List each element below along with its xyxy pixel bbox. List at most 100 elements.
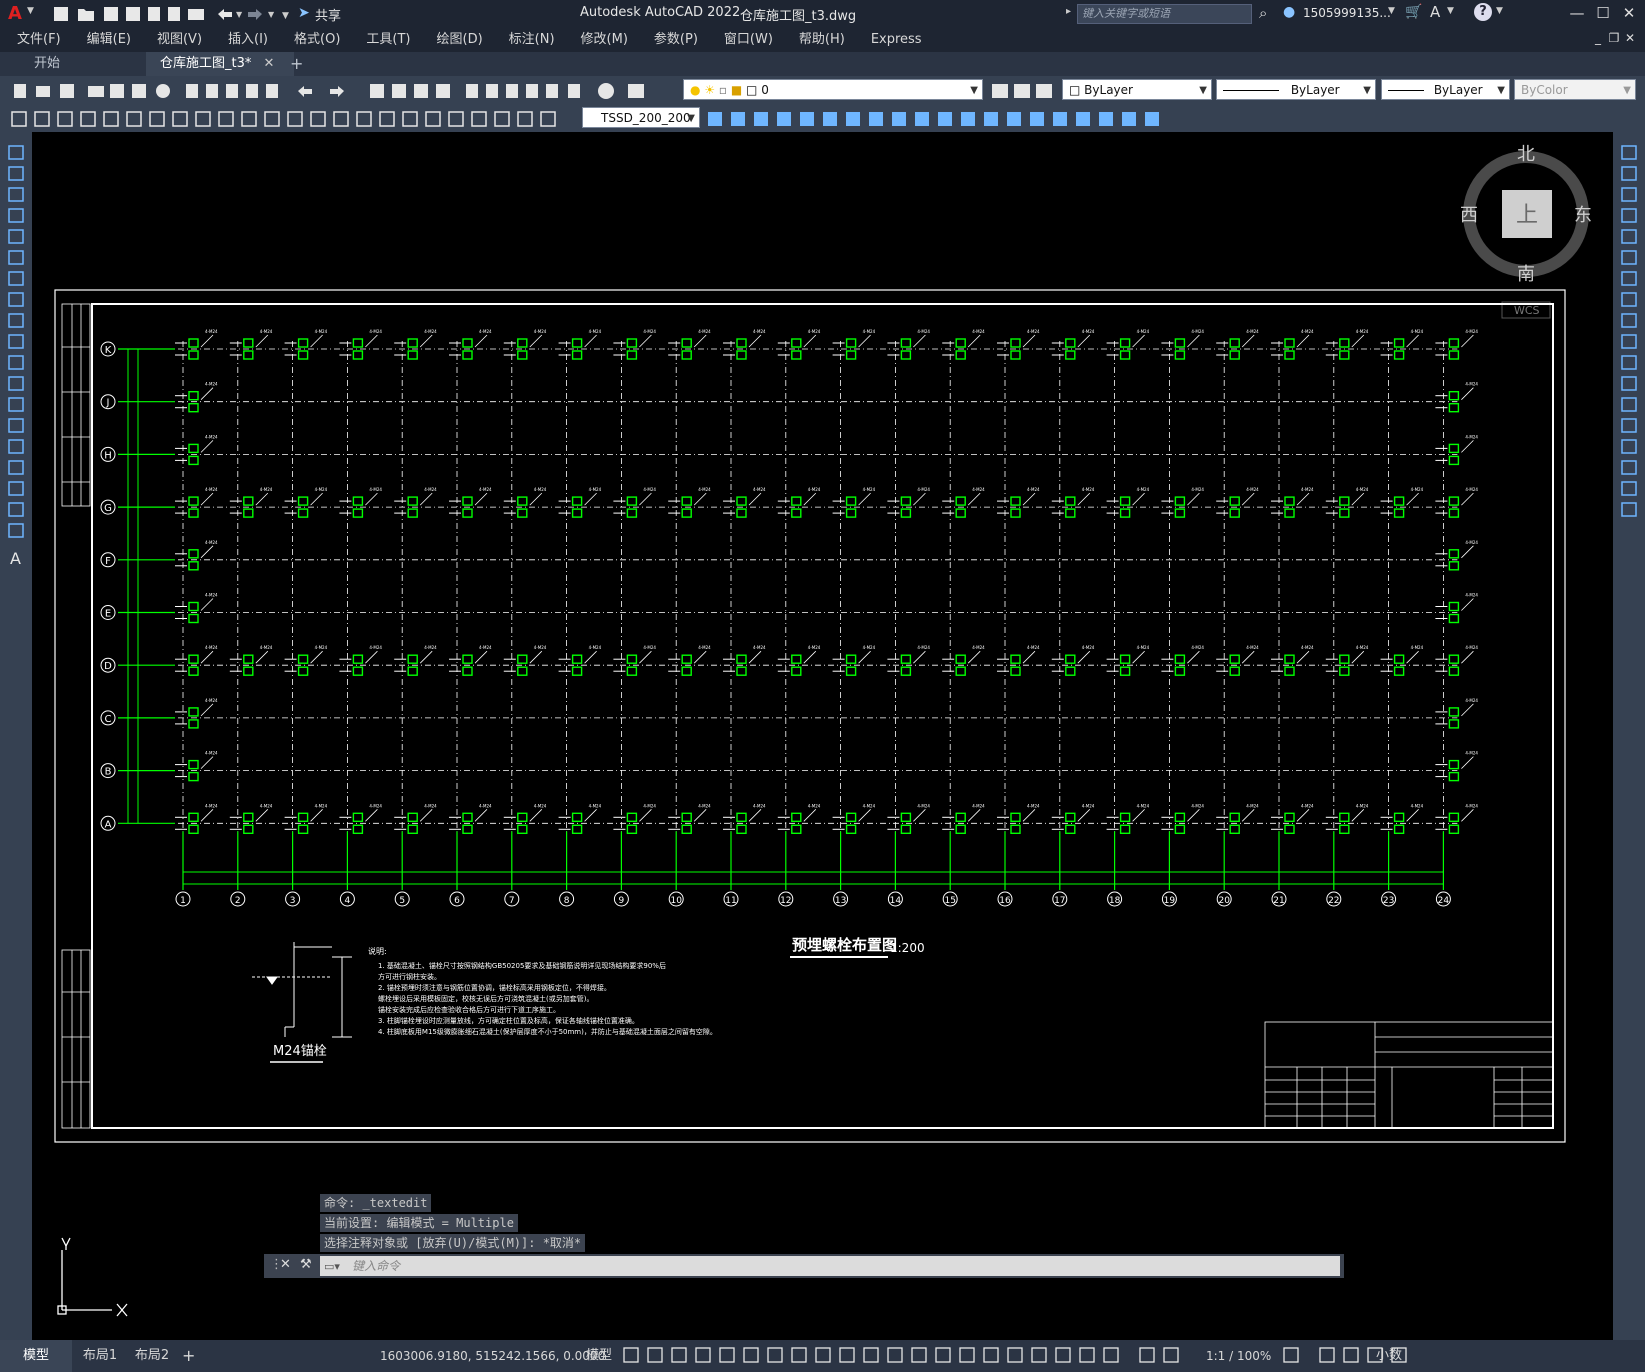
color-dropdown[interactable]: □ ByLayer ▼ (1062, 79, 1212, 100)
tab-start[interactable]: 开始 (20, 52, 74, 76)
minimize-icon[interactable]: — (1564, 4, 1590, 22)
search-expand-icon[interactable]: ▸ (1066, 6, 1071, 17)
lineweight-dropdown[interactable]: ByLayer ▼ (1381, 79, 1510, 100)
doc-close-icon[interactable]: ✕ (1622, 31, 1638, 45)
menu-item-0[interactable]: 文件(F) (4, 28, 74, 52)
bolt-leader (1241, 650, 1255, 664)
search-box[interactable]: 键入关键字或短语 (1077, 4, 1252, 24)
tab-layout1[interactable]: 布局1 (74, 1340, 126, 1372)
bolt-mark (1119, 824, 1131, 834)
cmd-close-icon[interactable]: ✕ (280, 1257, 291, 1272)
new-tab-plus-icon[interactable]: + (276, 52, 317, 76)
share-icon[interactable]: ➤ (298, 5, 310, 21)
cmd-customize-icon[interactable]: ⚒ (300, 1257, 312, 1272)
annotation-scale[interactable]: 1:1 / 100% (1206, 1340, 1271, 1372)
help-chevron-icon[interactable]: ▼ (1496, 6, 1503, 16)
modify-toolbar-icons[interactable] (704, 108, 1224, 130)
add-layout-icon[interactable]: + (182, 1340, 195, 1372)
menu-item-7[interactable]: 标注(N) (496, 28, 568, 52)
quick-access-icons[interactable]: ▼ ▼ ▼ (50, 4, 330, 24)
user-name[interactable]: 1505999135... (1303, 6, 1391, 20)
draw-toolbar-icons[interactable]: A (0, 142, 32, 602)
bolt-label: 4-M24 (1082, 329, 1095, 334)
layer-tools-icons[interactable] (988, 80, 1058, 102)
search-icon[interactable]: ⌕ (1259, 4, 1267, 22)
autocad-logo-icon[interactable]: A (8, 3, 22, 24)
menu-item-4[interactable]: 格式(O) (281, 28, 353, 52)
user-icon[interactable]: ● (1283, 4, 1295, 20)
app-chevron-icon[interactable]: ▼ (1447, 6, 1454, 16)
drawing-canvas[interactable]: 上 北 南 东 西 WCS 4-M24 4-M24 4-M24 4-M24 4-M24 4… (32, 132, 1613, 1340)
bolt-label: 4-M24 (260, 803, 273, 808)
status-toggle-icon-11 (887, 1347, 903, 1363)
menu-item-5[interactable]: 工具(T) (353, 28, 423, 52)
tab-model[interactable]: 模型 (0, 1340, 72, 1372)
plotstyle-dropdown[interactable]: ByColor ▼ (1514, 79, 1636, 100)
bolt-label: 4-M24 (1465, 382, 1478, 387)
bolt-mark (462, 496, 473, 506)
bolt-group: 4-M24 (1216, 487, 1259, 518)
app-menu-chevron-icon[interactable]: ▼ (27, 6, 34, 16)
bolt-label: 4-M24 (1191, 487, 1204, 492)
standard-toolbar-icons[interactable] (8, 80, 678, 102)
bolt-label: 4-M24 (1301, 645, 1314, 650)
tab-close-icon[interactable]: ✕ (264, 56, 275, 71)
draw-tool-icon-2 (8, 187, 24, 202)
status-toggle-icons[interactable] (620, 1346, 1410, 1366)
menu-item-12[interactable]: Express (858, 28, 935, 52)
linetype-dropdown[interactable]: ByLayer ▼ (1216, 79, 1376, 100)
bolt-mark (1339, 824, 1350, 834)
bolt-label: 4-M24 (1191, 803, 1204, 808)
doc-minimize-icon[interactable]: _ (1590, 31, 1606, 45)
bolt-mark (955, 350, 966, 360)
status-toggle-icon-0 (623, 1347, 639, 1363)
maximize-icon[interactable]: ☐ (1590, 4, 1616, 22)
bolt-group: 4-M24 (1380, 645, 1424, 676)
cmd-prompt-icon[interactable]: ▭▾ (320, 1260, 340, 1273)
dimstyle-dropdown[interactable]: TSSD_200_200 ▼ (582, 107, 700, 128)
bolt-label: 4-M24 (1411, 487, 1424, 492)
bolt-mark (736, 654, 747, 664)
col-axis-label: 17 (1054, 896, 1065, 906)
share-button[interactable]: 共享 (315, 5, 341, 24)
bolt-group: 4-M24 (1435, 698, 1478, 729)
tb-calc-icon (568, 84, 580, 98)
dimension-toolbar-icons[interactable] (8, 108, 578, 130)
autodesk-app-icon[interactable]: A (1430, 3, 1440, 21)
modify-side-icon-5 (1621, 250, 1637, 265)
command-input[interactable]: ▭▾ 键入命令 (320, 1256, 1340, 1276)
bolt-label: 4-M24 (315, 487, 328, 492)
modify-side-icons[interactable] (1613, 142, 1645, 542)
help-icon[interactable]: ? (1474, 3, 1492, 21)
tab-drawing[interactable]: 仓库施工图_t3* ✕ (146, 52, 294, 76)
drawing-svg[interactable]: 上 北 南 东 西 WCS 4-M24 4-M24 4-M24 4-M24 4-M24 4… (32, 132, 1613, 1340)
close-icon[interactable]: ✕ (1616, 4, 1642, 22)
menu-item-10[interactable]: 窗口(W) (711, 28, 786, 52)
menu-item-11[interactable]: 帮助(H) (786, 28, 858, 52)
tab-layout2[interactable]: 布局2 (126, 1340, 178, 1372)
model-space-toggle[interactable]: 模型 (586, 1340, 612, 1372)
viewcube[interactable]: 上 北 南 东 西 WCS (1460, 144, 1592, 319)
menu-item-8[interactable]: 修改(M) (568, 28, 641, 52)
toolbar-standard: ● ☀ ▫ ■ □ 0 ▼ □ ByLayer ▼ ByLayer ▼ ByLa… (0, 76, 1645, 104)
bolt-group: 4-M24 (1435, 803, 1478, 834)
bolt-leader (255, 492, 269, 506)
bolt-mark (1448, 824, 1460, 834)
bolt-label: 4-M24 (1082, 645, 1095, 650)
coordinates-readout[interactable]: 1603006.9180, 515242.1566, 0.0000 (380, 1340, 605, 1372)
menu-item-3[interactable]: 插入(I) (215, 28, 281, 52)
menu-bar: 文件(F) 编辑(E) 视图(V) 插入(I) 格式(O) 工具(T) 绘图(D) 标注(N)… (0, 28, 1645, 52)
menu-item-1[interactable]: 编辑(E) (74, 28, 144, 52)
menu-item-9[interactable]: 参数(P) (641, 28, 711, 52)
cart-icon[interactable]: 🛒 (1405, 4, 1422, 20)
bolt-label: 4-M24 (863, 645, 876, 650)
layer-dropdown[interactable]: ● ☀ ▫ ■ □ 0 ▼ (683, 79, 983, 100)
doc-restore-icon[interactable]: ❐ (1606, 31, 1622, 45)
menu-item-2[interactable]: 视图(V) (144, 28, 215, 52)
units-dropdown[interactable]: 小数 (1376, 1340, 1402, 1372)
user-chevron-icon[interactable]: ▼ (1388, 6, 1395, 16)
viewcube-south-label: 南 (1517, 264, 1535, 285)
title-block (1264, 1021, 1554, 1129)
menu-item-6[interactable]: 绘图(D) (424, 28, 496, 52)
bolt-label: 4-M24 (753, 803, 766, 808)
